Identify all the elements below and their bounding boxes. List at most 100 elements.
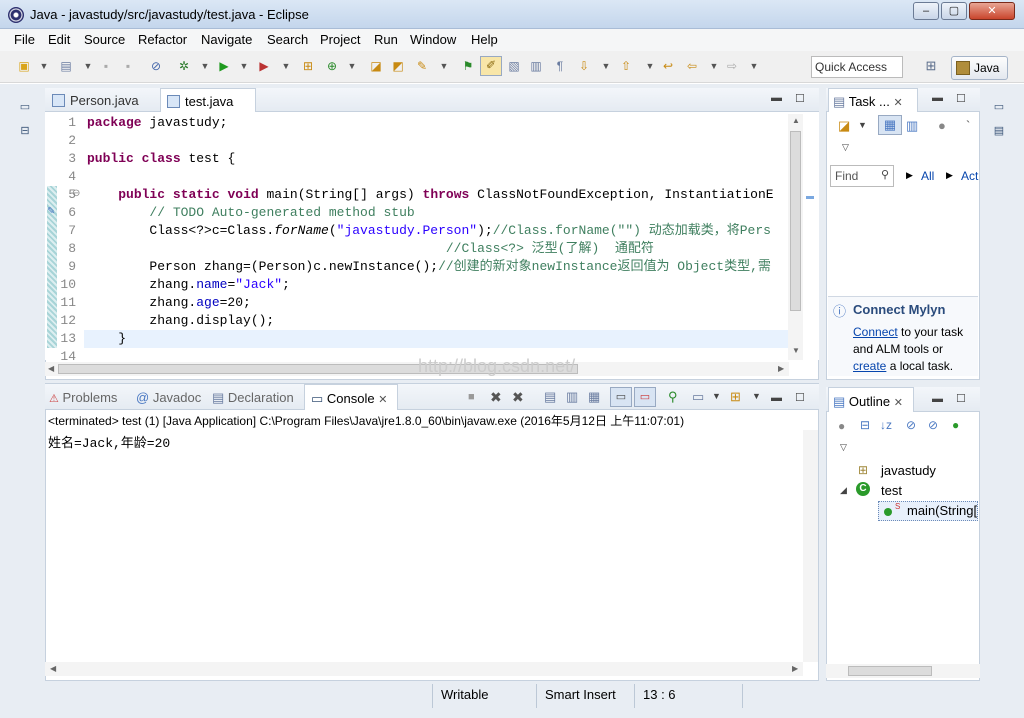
scroll-right-icon[interactable]: ▶ (792, 664, 798, 673)
menu-run[interactable]: Run (374, 32, 398, 47)
show-on-error-toggle[interactable]: ▭ (634, 387, 656, 407)
pin-console-icon[interactable]: ⚲ (668, 389, 678, 405)
new-task-icon[interactable]: ◪ (838, 118, 850, 134)
remove-launch-icon[interactable]: ✖ (490, 389, 502, 406)
menu-file[interactable]: File (14, 32, 35, 47)
expand-icon[interactable]: ◢ (840, 485, 847, 496)
external-tools-icon[interactable]: ▶ (256, 58, 272, 74)
skip-breakpoints-icon[interactable]: ⊘ (148, 58, 164, 74)
next-annotation-icon[interactable]: ⇩ (576, 58, 592, 74)
minimize-view-icon[interactable]: ▬ (932, 92, 943, 104)
menu-source[interactable]: Source (84, 32, 125, 47)
block-selection-icon[interactable]: ▧ (506, 58, 522, 74)
menu-navigate[interactable]: Navigate (201, 32, 252, 47)
scroll-left-icon[interactable]: ◀ (50, 664, 56, 673)
hide-non-public-icon[interactable]: ● (952, 418, 959, 432)
menu-refactor[interactable]: Refactor (138, 32, 187, 47)
last-edit-icon[interactable]: ↩ (660, 58, 676, 74)
tab-javadoc[interactable]: @ Javadoc (136, 390, 201, 405)
prev-annotation-dropdown-icon[interactable]: ▼ (642, 58, 658, 74)
new-icon[interactable]: ▣ (16, 58, 32, 74)
close-window-button[interactable]: ✕ (969, 2, 1015, 20)
console-horizontal-scrollbar[interactable] (45, 662, 803, 676)
show-on-output-toggle[interactable]: ▭ (610, 387, 632, 407)
editor-vertical-scroll-thumb[interactable] (790, 131, 801, 311)
display-console-icon[interactable]: ▭ (692, 389, 704, 405)
debug-dropdown-icon[interactable]: ▼ (197, 58, 213, 74)
minimized-view-icon[interactable]: ▤ (990, 124, 1008, 138)
menu-project[interactable]: Project (320, 32, 360, 47)
back-icon[interactable]: ⇦ (684, 58, 700, 74)
activate-link[interactable]: Act (961, 169, 978, 183)
new-class-icon[interactable]: ⊕ (324, 58, 340, 74)
maximize-view-icon[interactable]: ☐ (956, 92, 966, 105)
view-menu-icon[interactable]: ` (966, 118, 970, 133)
search-icon[interactable]: ✎ (414, 58, 430, 74)
debug-icon[interactable]: ✲ (176, 58, 192, 74)
search-dropdown-icon[interactable]: ▼ (436, 58, 452, 74)
scroll-up-icon[interactable]: ▲ (792, 116, 800, 125)
mark-occurrences-toggle[interactable]: ✐ (480, 56, 502, 76)
sort-icon[interactable]: ↓z (880, 418, 892, 432)
forward-icon[interactable]: ⇨ (724, 58, 740, 74)
tab-test-java[interactable]: test.java ✕ (160, 88, 256, 124)
clear-console-icon[interactable]: ▤ (544, 389, 556, 405)
menu-window[interactable]: Window (410, 32, 456, 47)
maximize-view-icon[interactable]: ☐ (795, 92, 805, 105)
restore-icon[interactable]: ▭ (16, 100, 34, 114)
save-icon[interactable]: ▪ (98, 58, 114, 74)
menu-search[interactable]: Search (267, 32, 308, 47)
all-link[interactable]: All (921, 169, 934, 183)
wizard-dropdown-icon[interactable]: ▼ (80, 58, 96, 74)
back-dropdown-icon[interactable]: ▼ (706, 58, 722, 74)
open-console-icon[interactable]: ⊞ (730, 389, 741, 405)
forward-dropdown-icon[interactable]: ▼ (746, 58, 762, 74)
tab-problems[interactable]: ⚠ Problems (49, 390, 117, 405)
new-wizard-icon[interactable]: ▤ (58, 58, 74, 74)
open-task-icon[interactable]: ◩ (390, 58, 406, 74)
close-tab-icon[interactable]: ✕ (894, 97, 903, 109)
scheduled-icon[interactable]: ▥ (906, 118, 918, 134)
outline-class[interactable]: test (881, 483, 902, 498)
paragraph-icon[interactable]: ¶ (552, 58, 568, 74)
new-java-project-icon[interactable]: ⊞ (300, 58, 316, 74)
tab-person-java[interactable]: Person.java (46, 88, 156, 112)
open-console-dropdown-icon[interactable]: ▼ (752, 391, 761, 401)
show-whitespace-icon[interactable]: ▥ (528, 58, 544, 74)
word-wrap-icon[interactable]: ▦ (588, 389, 600, 405)
scroll-right-icon[interactable]: ▶ (778, 364, 784, 373)
connect-link[interactable]: Connect (853, 325, 898, 339)
scroll-lock-icon[interactable]: ▥ (566, 389, 578, 405)
tab-outline[interactable]: ▤ Outline ✕ (828, 387, 914, 412)
close-tab-icon[interactable]: ✕ (894, 397, 903, 409)
categorized-toggle[interactable]: ▦ (878, 115, 902, 135)
maximize-view-icon[interactable]: ☐ (956, 392, 966, 405)
hide-static-icon[interactable]: ⊘ (928, 418, 938, 432)
new-task-dropdown-icon[interactable]: ▼ (858, 120, 867, 130)
collapse-menu-icon[interactable]: ▽ (842, 142, 849, 153)
fold-icon[interactable]: ⊖ (72, 188, 80, 199)
next-annotation-dropdown-icon[interactable]: ▼ (598, 58, 614, 74)
minimize-view-icon[interactable]: ▬ (771, 92, 782, 104)
close-tab-icon[interactable]: ✕ (378, 394, 387, 406)
create-link[interactable]: create (853, 359, 886, 373)
run-dropdown-icon[interactable]: ▼ (236, 58, 252, 74)
restore-icon[interactable]: ▭ (990, 100, 1008, 114)
tab-declaration[interactable]: ▤ Declaration (212, 390, 294, 406)
package-explorer-icon[interactable]: ⊟ (16, 124, 34, 138)
outline-scroll-thumb[interactable] (848, 666, 932, 676)
run-icon[interactable]: ▶ (216, 58, 232, 74)
tab-console[interactable]: ▭ Console ✕ (304, 384, 398, 410)
terminate-icon[interactable]: ■ (468, 391, 475, 403)
annotation-icon[interactable]: ⚑ (460, 58, 476, 74)
menu-help[interactable]: Help (471, 32, 498, 47)
remove-all-icon[interactable]: ✖ (512, 389, 524, 406)
maximize-button[interactable]: ▢ (941, 2, 967, 20)
class-dropdown-icon[interactable]: ▼ (344, 58, 360, 74)
scroll-down-icon[interactable]: ▼ (792, 346, 800, 355)
focus-icon[interactable]: ● (938, 118, 946, 133)
menu-edit[interactable]: Edit (48, 32, 70, 47)
view-menu-icon[interactable]: ▽ (840, 442, 847, 453)
minimize-button[interactable]: – (913, 2, 939, 20)
open-perspective-icon[interactable]: ⊞ (921, 58, 941, 76)
